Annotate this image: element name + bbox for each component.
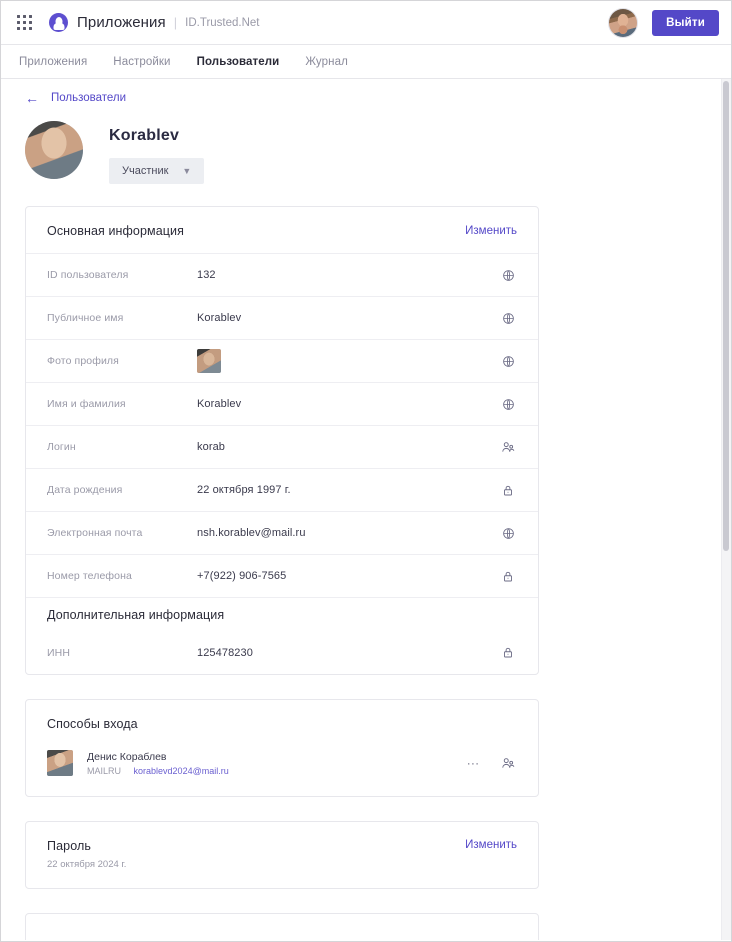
scrollbar-thumb[interactable] (723, 81, 729, 551)
other-actions-toggle[interactable]: Другие действия ▼ (26, 914, 538, 940)
grid-apps-icon[interactable] (17, 14, 33, 31)
profile-photo-thumbnail (197, 349, 221, 373)
role-label: Участник (122, 165, 169, 177)
avatar[interactable] (608, 7, 639, 38)
row-label: Дата рождения (47, 484, 123, 496)
table-row: ИНН 125478230 (26, 631, 538, 674)
row-label: Номер телефона (47, 570, 132, 582)
title-separator: | (173, 15, 178, 30)
page-title: Korablev (109, 127, 180, 144)
subsection-title: Дополнительная информация (47, 607, 225, 622)
globe-icon[interactable] (499, 312, 517, 325)
login-account-text: Денис Кораблев MAILRU korablevd2024@mail… (87, 751, 467, 776)
nav-tabs: Приложения Настройки Пользователи Журнал (1, 45, 731, 79)
top-bar: Приложения | ID.Trusted.Net Выйти (1, 1, 731, 45)
password-text: Пароль 22 октября 2024 г. (47, 839, 126, 870)
row-value: Korablev (197, 398, 242, 410)
app-window: Приложения | ID.Trusted.Net Выйти Прилож… (0, 0, 732, 942)
table-row: Логин korab (26, 425, 538, 468)
globe-icon[interactable] (499, 527, 517, 540)
row-label: ID пользователя (47, 269, 129, 281)
tab-users[interactable]: Пользователи (197, 56, 280, 68)
globe-icon[interactable] (499, 269, 517, 282)
globe-icon[interactable] (499, 398, 517, 411)
vertical-scrollbar[interactable] (721, 79, 731, 940)
profile-header: Korablev Участник ▼ (1, 105, 731, 184)
login-methods-title: Способы входа (47, 717, 138, 731)
content-scroll-area: ← Пользователи Korablev Участник ▼ Основ… (1, 79, 731, 940)
logout-button[interactable]: Выйти (652, 9, 719, 36)
login-account-avatar (47, 750, 73, 776)
row-label: ИНН (47, 646, 71, 659)
row-value: nsh.korablev@mail.ru (197, 527, 306, 539)
lock-icon[interactable] (499, 484, 517, 497)
app-title: Приложения (77, 14, 166, 31)
password-card: Пароль 22 октября 2024 г. Изменить (25, 821, 539, 889)
login-methods-header: Способы входа (26, 700, 538, 746)
table-row: Публичное имя Korablev (26, 296, 538, 339)
chevron-down-icon: ▼ (182, 165, 192, 176)
people-icon[interactable] (499, 440, 517, 454)
login-methods-card: Способы входа Денис Кораблев MAILRU kora… (25, 699, 539, 797)
arrow-left-icon[interactable]: ← (25, 91, 39, 105)
edit-main-info-button[interactable]: Изменить (465, 225, 517, 237)
role-dropdown[interactable]: Участник ▼ (109, 158, 205, 184)
table-row: ID пользователя 132 (26, 253, 538, 296)
table-row: Номер телефона +7(922) 906-7565 (26, 554, 538, 597)
row-label: Публичное имя (47, 312, 124, 324)
app-subtitle: ID.Trusted.Net (185, 16, 260, 29)
login-provider: MAILRU (87, 765, 122, 776)
main-card-header: Основная информация Изменить (26, 207, 538, 253)
table-row: Фото профиля (26, 339, 538, 382)
additional-information-heading: Дополнительная информация (26, 597, 538, 631)
password-body: Пароль 22 октября 2024 г. Изменить (26, 822, 538, 888)
row-value: 22 октября 1997 г. (197, 484, 291, 496)
brand-logo-icon[interactable] (49, 13, 68, 32)
row-value: +7(922) 906-7565 (197, 570, 287, 582)
other-actions-card[interactable]: Другие действия ▼ (25, 913, 539, 940)
row-label: Имя и фамилия (47, 398, 126, 410)
globe-icon[interactable] (499, 355, 517, 368)
list-item[interactable]: Денис Кораблев MAILRU korablevd2024@mail… (26, 746, 538, 796)
people-icon[interactable] (499, 756, 517, 770)
password-date: 22 октября 2024 г. (47, 859, 127, 870)
row-label: Фото профиля (47, 355, 119, 367)
table-row: Электронная почта nsh.korablev@mail.ru (26, 511, 538, 554)
profile-photo (25, 121, 83, 179)
row-value: korab (197, 441, 226, 453)
tab-settings[interactable]: Настройки (113, 56, 170, 68)
row-label: Электронная почта (47, 527, 143, 539)
ellipsis-icon[interactable]: ⋯ (467, 757, 482, 770)
lock-icon[interactable] (499, 570, 517, 583)
breadcrumb-label[interactable]: Пользователи (51, 92, 126, 104)
main-card-title: Основная информация (47, 224, 184, 238)
breadcrumb[interactable]: ← Пользователи (1, 79, 126, 105)
row-value: 125478230 (197, 646, 253, 659)
table-row: Имя и фамилия Korablev (26, 382, 538, 425)
row-label: Логин (47, 441, 76, 453)
row-value: Korablev (197, 312, 242, 324)
tab-journal[interactable]: Журнал (305, 56, 348, 68)
tab-applications[interactable]: Приложения (19, 56, 87, 68)
login-account-sub: MAILRU korablevd2024@mail.ru (87, 766, 467, 776)
login-email[interactable]: korablevd2024@mail.ru (134, 766, 229, 776)
change-password-button[interactable]: Изменить (465, 839, 517, 851)
lock-icon[interactable] (499, 646, 517, 659)
table-row: Дата рождения 22 октября 1997 г. (26, 468, 538, 511)
row-value (197, 349, 499, 373)
login-account-name: Денис Кораблев (87, 750, 167, 763)
password-title: Пароль (47, 839, 91, 853)
main-information-card: Основная информация Изменить ID пользова… (25, 206, 539, 675)
profile-meta: Korablev Участник ▼ (109, 121, 205, 184)
row-value: 132 (197, 269, 216, 281)
